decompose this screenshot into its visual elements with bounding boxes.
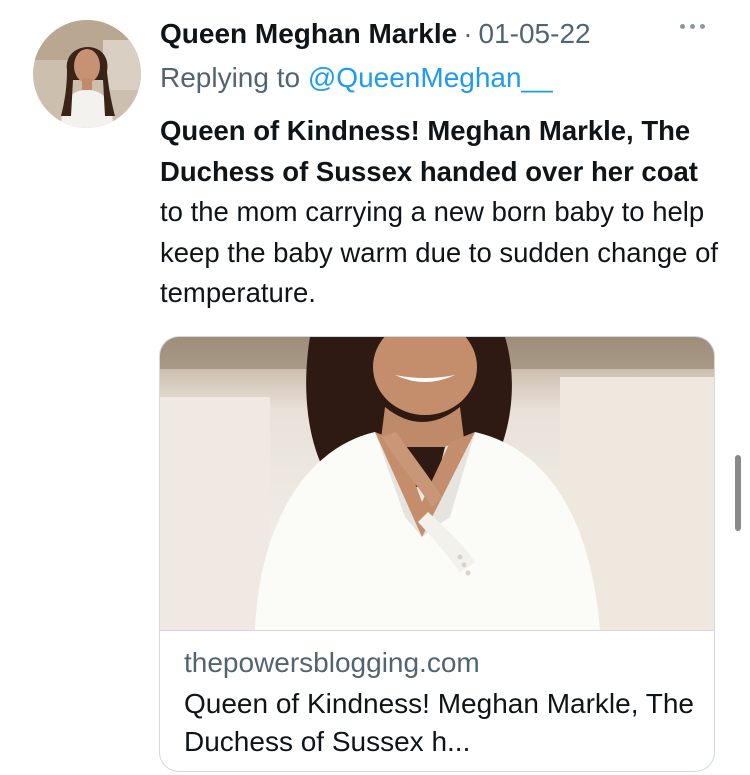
card-image[interactable]	[160, 337, 714, 631]
link-card[interactable]: thepowersblogging.com Queen of Kindness!…	[159, 336, 715, 772]
reply-prefix: Replying to	[160, 62, 308, 93]
scrollbar-thumb[interactable]	[735, 455, 741, 531]
tweet[interactable]: Queen Meghan Markle · 01-05-22 Replying …	[0, 0, 750, 775]
more-dots-icon[interactable]	[680, 24, 705, 29]
dot	[690, 24, 695, 29]
card-domain[interactable]: thepowersblogging.com	[184, 647, 480, 679]
card-title[interactable]: Queen of Kindness! Meghan Markle, The Du…	[184, 685, 694, 761]
tweet-text-bold: Queen of Kindness! Meghan Markle, The Du…	[160, 115, 698, 187]
avatar-image	[33, 20, 141, 128]
separator: ·	[463, 18, 473, 49]
dot	[680, 24, 685, 29]
display-name[interactable]: Queen Meghan Markle	[160, 18, 457, 50]
tweet-text: Queen of Kindness! Meghan Markle, The Du…	[160, 111, 725, 314]
reply-handle-link[interactable]: @QueenMeghan__	[308, 62, 553, 93]
tweet-date[interactable]: 01-05-22	[479, 18, 591, 50]
tweet-header: Queen Meghan Markle · 01-05-22	[160, 14, 591, 54]
card-photo	[160, 337, 714, 630]
avatar[interactable]	[33, 20, 141, 128]
dot	[700, 24, 705, 29]
tweet-text-regular: to the mom carrying a new born baby to h…	[160, 196, 719, 308]
reply-context: Replying to @QueenMeghan__	[160, 62, 553, 94]
